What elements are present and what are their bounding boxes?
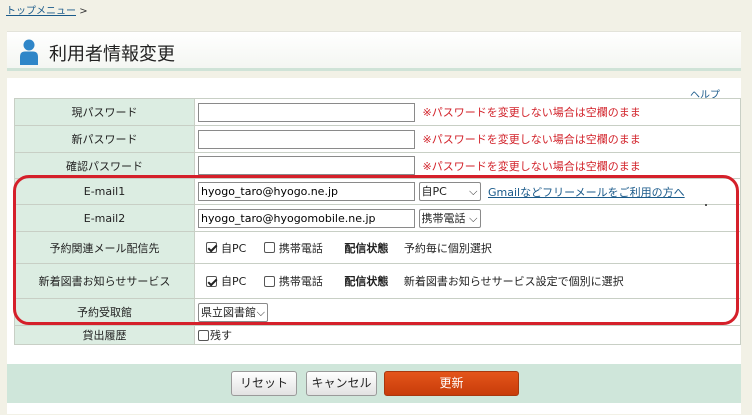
title-bar: 利用者情報変更 [7, 31, 741, 71]
loan-history-checkbox[interactable] [198, 329, 209, 341]
new-books-mobile-label: 携帯電話 [278, 275, 323, 288]
new-books-mobile-checkbox[interactable] [263, 275, 275, 287]
reservation-pc-checkbox[interactable] [206, 242, 217, 253]
new-books-pc-checkbox[interactable] [206, 275, 217, 287]
gmail-info-link[interactable]: Gmailなどフリーメールをご利用の方へ [488, 186, 685, 199]
new-password-input[interactable] [198, 129, 415, 149]
loan-history-option-label: 残す [210, 329, 232, 342]
pickup-library-select[interactable]: 県立図書館 ⌵ [198, 302, 268, 322]
email1-label: E-mail1 [14, 178, 195, 205]
chevron-down-icon: ⌵ [469, 185, 478, 198]
current-password-row: 現パスワード ※パスワードを変更しない場合は空欄のまま [14, 98, 741, 126]
loan-history-label: 貸出履歴 [14, 325, 195, 345]
reservation-status-text: 予約毎に個別選択 [403, 241, 492, 255]
email2-label: E-mail2 [14, 204, 195, 232]
pickup-library-row: 予約受取館 県立図書館 ⌵ [14, 298, 741, 326]
chevron-down-icon: ⌵ [256, 305, 265, 319]
confirm-password-row: 確認パスワード ※パスワードを変更しない場合は空欄のまま [14, 152, 741, 179]
email2-row: E-mail2 携帯電話 ⌵ [14, 204, 741, 232]
user-icon [20, 39, 38, 65]
reservation-pc-label: 自PC [221, 241, 247, 255]
password-note: ※パスワードを変更しない場合は空欄のまま [422, 159, 641, 173]
reservation-mail-label: 予約関連メール配信先 [14, 231, 195, 264]
breadcrumb-top-menu-link[interactable]: トップメニュー [6, 6, 76, 17]
stray-dot [705, 204, 707, 206]
new-books-status-text: 新着図書お知らせサービス設定で個別に選択 [403, 275, 624, 288]
reservation-status-label: 配信状態 [344, 241, 389, 255]
current-password-label: 現パスワード [14, 98, 195, 126]
new-books-pc-label: 自PC [221, 275, 247, 288]
email1-input[interactable] [198, 182, 415, 201]
page-title: 利用者情報変更 [49, 44, 175, 65]
breadcrumb-separator: > [79, 6, 88, 17]
new-books-status-label: 配信状態 [344, 275, 389, 288]
user-info-form: 現パスワード ※パスワードを変更しない場合は空欄のまま 新パスワード ※パスワー… [14, 98, 741, 345]
password-note: ※パスワードを変更しない場合は空欄のまま [422, 106, 641, 119]
email1-row: E-mail1 自PC ⌵ Gmailなどフリーメールをご利用の方へ [14, 178, 741, 205]
new-books-label: 新着図書お知らせサービス [14, 263, 195, 299]
reservation-mail-row: 予約関連メール配信先 自PC 携帯電話 配信状態 予約毎に個別選択 [14, 231, 741, 264]
confirm-password-input[interactable] [198, 156, 415, 175]
chevron-down-icon: ⌵ [469, 211, 478, 225]
new-books-row: 新着図書お知らせサービス 自PC 携帯電話 配信状態 新着図書お知らせサービス設… [14, 263, 741, 299]
update-button[interactable]: 更新 [384, 371, 519, 396]
email2-device-select[interactable]: 携帯電話 ⌵ [418, 208, 481, 228]
reservation-mobile-label: 携帯電話 [278, 241, 323, 255]
breadcrumb: トップメニュー > [6, 2, 88, 17]
password-note: ※パスワードを変更しない場合は空欄のまま [422, 133, 641, 146]
new-password-row: 新パスワード ※パスワードを変更しない場合は空欄のまま [14, 125, 741, 153]
email1-device-select[interactable]: 自PC ⌵ [418, 182, 481, 201]
pickup-library-label: 予約受取館 [14, 298, 195, 326]
reservation-mobile-checkbox[interactable] [263, 242, 275, 253]
new-password-label: 新パスワード [14, 125, 195, 153]
email2-input[interactable] [198, 208, 415, 228]
cancel-button[interactable]: キャンセル [306, 371, 377, 396]
current-password-input[interactable] [198, 102, 415, 122]
reset-button[interactable]: リセット [231, 371, 297, 396]
loan-history-row: 貸出履歴 残す [14, 325, 741, 345]
confirm-password-label: 確認パスワード [14, 152, 195, 179]
